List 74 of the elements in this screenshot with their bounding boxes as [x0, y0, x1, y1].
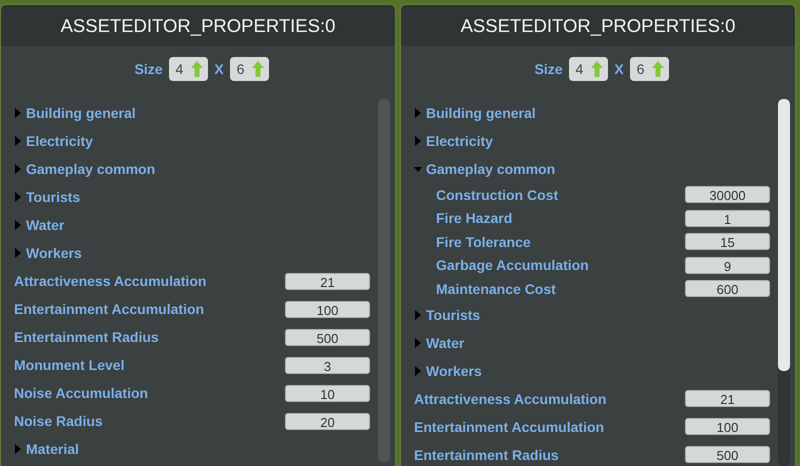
tree-item[interactable]: Electricity — [14, 133, 93, 149]
caret-right-icon — [14, 220, 22, 230]
value-field[interactable]: 1 — [685, 210, 770, 227]
caret-right-icon — [14, 248, 22, 258]
up-arrow-icon — [191, 61, 204, 77]
panel-title: ASSETEDITOR_PROPERTIES:0 — [60, 14, 336, 36]
spinner-value: 6 — [236, 61, 244, 77]
property-label: Attractiveness Accumulation — [14, 273, 208, 289]
caret-right-icon — [14, 108, 22, 118]
caret-right-icon — [414, 366, 422, 376]
tree-item[interactable]: Gameplay common — [14, 161, 156, 177]
caret-right-icon — [414, 310, 422, 320]
scrollbar-track[interactable] — [778, 99, 790, 466]
tree-item[interactable]: Building general — [414, 105, 536, 121]
value-field[interactable]: 100 — [685, 418, 770, 435]
value-field[interactable]: 15 — [685, 233, 770, 250]
spinner-value: 6 — [636, 61, 644, 77]
tree-item[interactable]: Gameplay common — [414, 161, 556, 177]
number-spinner[interactable]: 4 — [168, 57, 208, 81]
value-field[interactable]: 500 — [285, 328, 370, 346]
tree-item[interactable]: Workers — [414, 362, 482, 378]
caret-right-icon — [414, 136, 422, 146]
property-label: Garbage Accumulation — [436, 257, 590, 274]
property-label: Attractiveness Accumulation — [414, 390, 608, 406]
spinner-value: 4 — [176, 61, 184, 77]
tree-item[interactable]: Workers — [14, 245, 82, 261]
tree-item[interactable]: Material — [14, 441, 79, 457]
value-field[interactable]: 10 — [285, 384, 370, 402]
value-field[interactable]: 500 — [685, 446, 770, 463]
property-label: Entertainment Radius — [14, 329, 160, 345]
property-label: Noise Radius — [14, 413, 104, 429]
times-label: X — [614, 61, 624, 77]
panel-title: ASSETEDITOR_PROPERTIES:0 — [460, 14, 736, 36]
value-field[interactable]: 100 — [285, 300, 370, 318]
property-label: Entertainment Radius — [414, 446, 560, 462]
size-label: Size — [534, 61, 563, 77]
property-label: Entertainment Accumulation — [14, 301, 206, 317]
property-label: Fire Hazard — [436, 210, 514, 226]
tree-item[interactable]: Tourists — [414, 306, 480, 322]
caret-right-icon — [14, 444, 22, 454]
property-label: Monument Level — [14, 357, 126, 373]
spinner-value: 4 — [576, 61, 584, 77]
value-field[interactable]: 3 — [285, 356, 370, 374]
number-spinner[interactable]: 6 — [230, 57, 270, 81]
up-arrow-icon — [591, 61, 604, 77]
caret-right-icon — [14, 164, 22, 174]
number-spinner[interactable]: 6 — [630, 57, 670, 81]
caret-right-icon — [414, 338, 422, 348]
up-arrow-icon — [652, 61, 664, 77]
value-field[interactable]: 30000 — [685, 186, 770, 204]
value-field[interactable]: 20 — [285, 412, 370, 430]
property-label: Construction Cost — [436, 186, 560, 203]
caret-right-icon — [414, 108, 422, 118]
tree-item[interactable]: Tourists — [14, 189, 80, 205]
caret-right-icon — [14, 192, 22, 202]
property-label: Noise Accumulation — [14, 385, 150, 401]
property-label: Maintenance Cost — [436, 280, 557, 297]
times-label: X — [214, 61, 224, 77]
tree-item[interactable]: Water — [414, 334, 464, 350]
caret-right-icon — [14, 136, 22, 146]
size-label: Size — [134, 61, 163, 77]
up-arrow-icon — [252, 61, 264, 77]
tree-item[interactable]: Water — [14, 217, 64, 233]
caret-down-icon — [414, 165, 422, 173]
property-label: Fire Tolerance — [436, 234, 532, 250]
scrollbar-thumb[interactable] — [778, 99, 790, 371]
value-field[interactable]: 9 — [685, 256, 770, 274]
tree-item[interactable]: Building general — [14, 105, 136, 121]
value-field[interactable]: 21 — [685, 390, 770, 407]
value-field[interactable]: 21 — [285, 272, 370, 290]
number-spinner[interactable]: 4 — [568, 57, 608, 81]
property-label: Entertainment Accumulation — [414, 418, 606, 434]
value-field[interactable]: 600 — [685, 280, 770, 298]
tree-item[interactable]: Electricity — [414, 133, 493, 149]
